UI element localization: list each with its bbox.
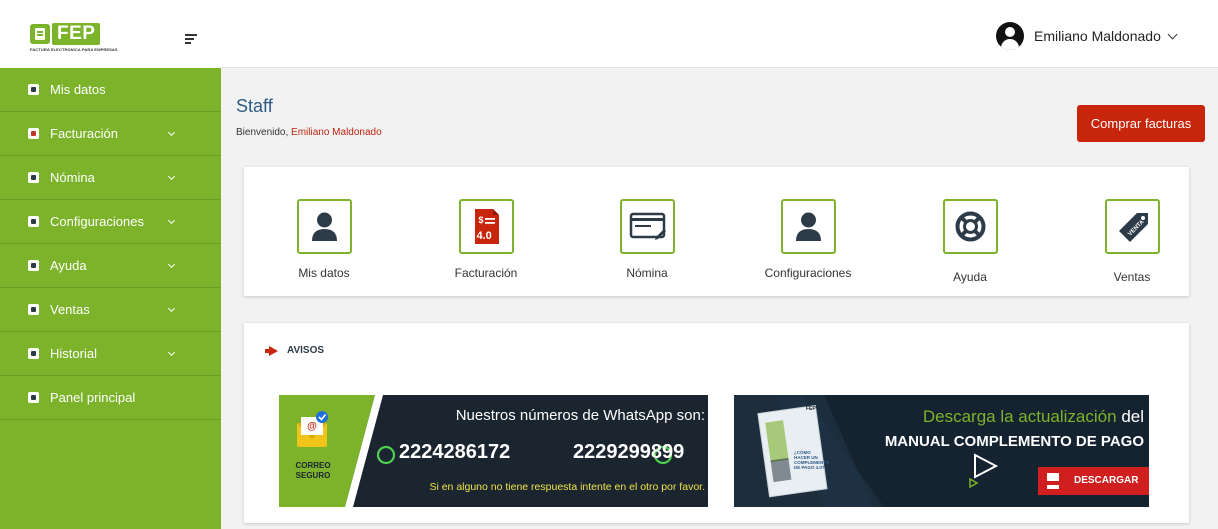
invoice-4-0-icon: $ 4.0	[458, 199, 514, 254]
logo-tagline: FACTURA ELECTRONICA PARA EMPRESAS	[30, 47, 118, 52]
sidebar-item-facturacion[interactable]: Facturación	[0, 112, 221, 156]
shortcut-label: Nómina	[626, 266, 668, 280]
whatsapp-phone-1: 2224286172	[379, 441, 510, 464]
download-button[interactable]: DESCARGAR	[1038, 467, 1148, 495]
user-name: Emiliano Maldonado	[1034, 28, 1161, 44]
sidebar-item-label: Nómina	[50, 170, 95, 185]
correo-seguro-badge: CORREO SEGURO	[289, 461, 337, 481]
sidebar: Mis datos Facturación Nómina Configuraci…	[0, 68, 221, 529]
shortcut-label: Ayuda	[953, 270, 987, 284]
brand-area: FEP FACTURA ELECTRONICA PARA EMPRESAS	[0, 0, 221, 68]
megaphone-icon	[265, 346, 279, 356]
whatsapp-phone-2: 2229299899	[553, 441, 684, 464]
chevron-down-icon	[1167, 29, 1178, 40]
sidebar-item-mis-datos[interactable]: Mis datos	[0, 68, 221, 112]
pdf-icon	[1047, 473, 1059, 489]
shortcut-mis-datos[interactable]: Mis datos	[254, 199, 394, 280]
sidebar-item-label: Mis datos	[50, 82, 106, 97]
shortcut-configuraciones[interactable]: Configuraciones	[738, 199, 878, 280]
welcome-text: Bienvenido, Emiliano Maldonado	[236, 127, 382, 138]
user-icon	[780, 199, 836, 254]
pdf-heading: Descarga la actualización del	[854, 407, 1144, 427]
chevron-down-icon	[167, 260, 176, 269]
badge-line-1: CORREO	[295, 461, 331, 470]
svg-text:$: $	[478, 215, 483, 225]
pdf-heading-part2: del	[1121, 407, 1144, 426]
buy-invoices-button[interactable]: Comprar facturas	[1077, 105, 1205, 142]
shortcut-label: Ventas	[1113, 270, 1151, 284]
brochure-text: ¿CÓMO HACER UN COMPLEMENTO DE PAGO 4.0?	[794, 450, 830, 470]
chevron-down-icon	[167, 172, 176, 181]
phone-number: 2224286172	[399, 441, 511, 463]
chevron-down-icon	[167, 348, 176, 357]
sidebar-item-ayuda[interactable]: Ayuda	[0, 244, 221, 288]
sidebar-item-label: Panel principal	[50, 390, 136, 405]
sidebar-item-configuraciones[interactable]: Configuraciones	[0, 200, 221, 244]
user-avatar-icon	[996, 22, 1024, 50]
shortcut-facturacion[interactable]: $ 4.0 Facturación	[416, 199, 556, 280]
sidebar-item-label: Historial	[50, 346, 97, 361]
gear-icon	[28, 216, 39, 227]
logo-text: FEP	[52, 23, 101, 45]
tag-icon	[28, 304, 39, 315]
user-icon	[28, 84, 39, 95]
avisos-title: AVISOS	[287, 345, 325, 356]
sidebar-item-ventas[interactable]: Ventas	[0, 288, 221, 332]
user-icon	[296, 199, 352, 254]
chevron-down-icon	[167, 304, 176, 313]
download-button-label: DESCARGAR	[1074, 475, 1139, 486]
shortcut-label: Facturación	[454, 266, 518, 280]
user-menu[interactable]: Emiliano Maldonado	[996, 22, 1178, 50]
shortcut-label: Configuraciones	[764, 266, 852, 280]
document-icon	[30, 24, 50, 44]
shortcuts-card: Mis datos $ 4.0 Facturación Nómina Confi…	[244, 167, 1189, 296]
whatsapp-banner[interactable]: @ CORREO SEGURO Nuestros números de What…	[279, 395, 708, 507]
shortcut-nomina[interactable]: Nómina	[577, 199, 717, 280]
whatsapp-heading: Nuestros números de WhatsApp son:	[455, 407, 705, 424]
pdf-heading-part1: Descarga la actualización	[922, 407, 1117, 426]
menu-toggle-icon[interactable]	[185, 34, 197, 44]
welcome-prefix: Bienvenido,	[236, 127, 289, 138]
sidebar-item-panel-principal[interactable]: Panel principal	[0, 376, 221, 420]
search-icon	[28, 348, 39, 359]
sidebar-item-label: Configuraciones	[50, 214, 144, 229]
payroll-check-icon	[619, 199, 675, 254]
welcome-user-name: Emiliano Maldonado	[291, 127, 382, 138]
fep-logo[interactable]: FEP FACTURA ELECTRONICA PARA EMPRESAS	[30, 23, 118, 58]
pdf-subheading: MANUAL COMPLEMENTO DE PAGO	[884, 433, 1144, 450]
sale-tag-icon: VENTA	[1104, 199, 1160, 254]
whatsapp-footer: Si en alguno no tiene respuesta intente …	[429, 481, 705, 493]
brochure-logo: FEP	[806, 406, 816, 412]
page-title: Staff	[236, 96, 273, 116]
invoice-icon	[28, 128, 39, 139]
avisos-header: AVISOS	[265, 345, 324, 356]
shortcut-ventas[interactable]: VENTA Ventas	[1062, 199, 1202, 284]
lifebuoy-icon	[942, 199, 998, 254]
sidebar-item-nomina[interactable]: Nómina	[0, 156, 221, 200]
sidebar-item-label: Facturación	[50, 126, 118, 141]
svg-text:4.0: 4.0	[476, 230, 491, 242]
monitor-icon	[28, 392, 39, 403]
shortcut-ayuda[interactable]: Ayuda	[900, 199, 1040, 284]
payroll-icon	[28, 172, 39, 183]
sidebar-item-historial[interactable]: Historial	[0, 332, 221, 376]
lifebuoy-icon	[28, 260, 39, 271]
top-header: FEP FACTURA ELECTRONICA PARA EMPRESAS Em…	[0, 0, 1218, 68]
manual-download-banner[interactable]: FEP ¿CÓMO HACER UN COMPLEMENTO DE PAGO 4…	[734, 395, 1149, 507]
chevron-down-icon	[167, 128, 176, 137]
svg-text:@: @	[307, 421, 317, 432]
badge-line-2: SEGURO	[295, 471, 331, 480]
sidebar-item-label: Ayuda	[50, 258, 87, 273]
shortcut-label: Mis datos	[298, 266, 350, 280]
chevron-down-icon	[167, 216, 176, 225]
phone-number: 2229299899	[573, 441, 685, 463]
sidebar-item-label: Ventas	[50, 302, 90, 317]
avisos-card: AVISOS @ CORREO SEGURO Nuestros números …	[244, 323, 1189, 523]
